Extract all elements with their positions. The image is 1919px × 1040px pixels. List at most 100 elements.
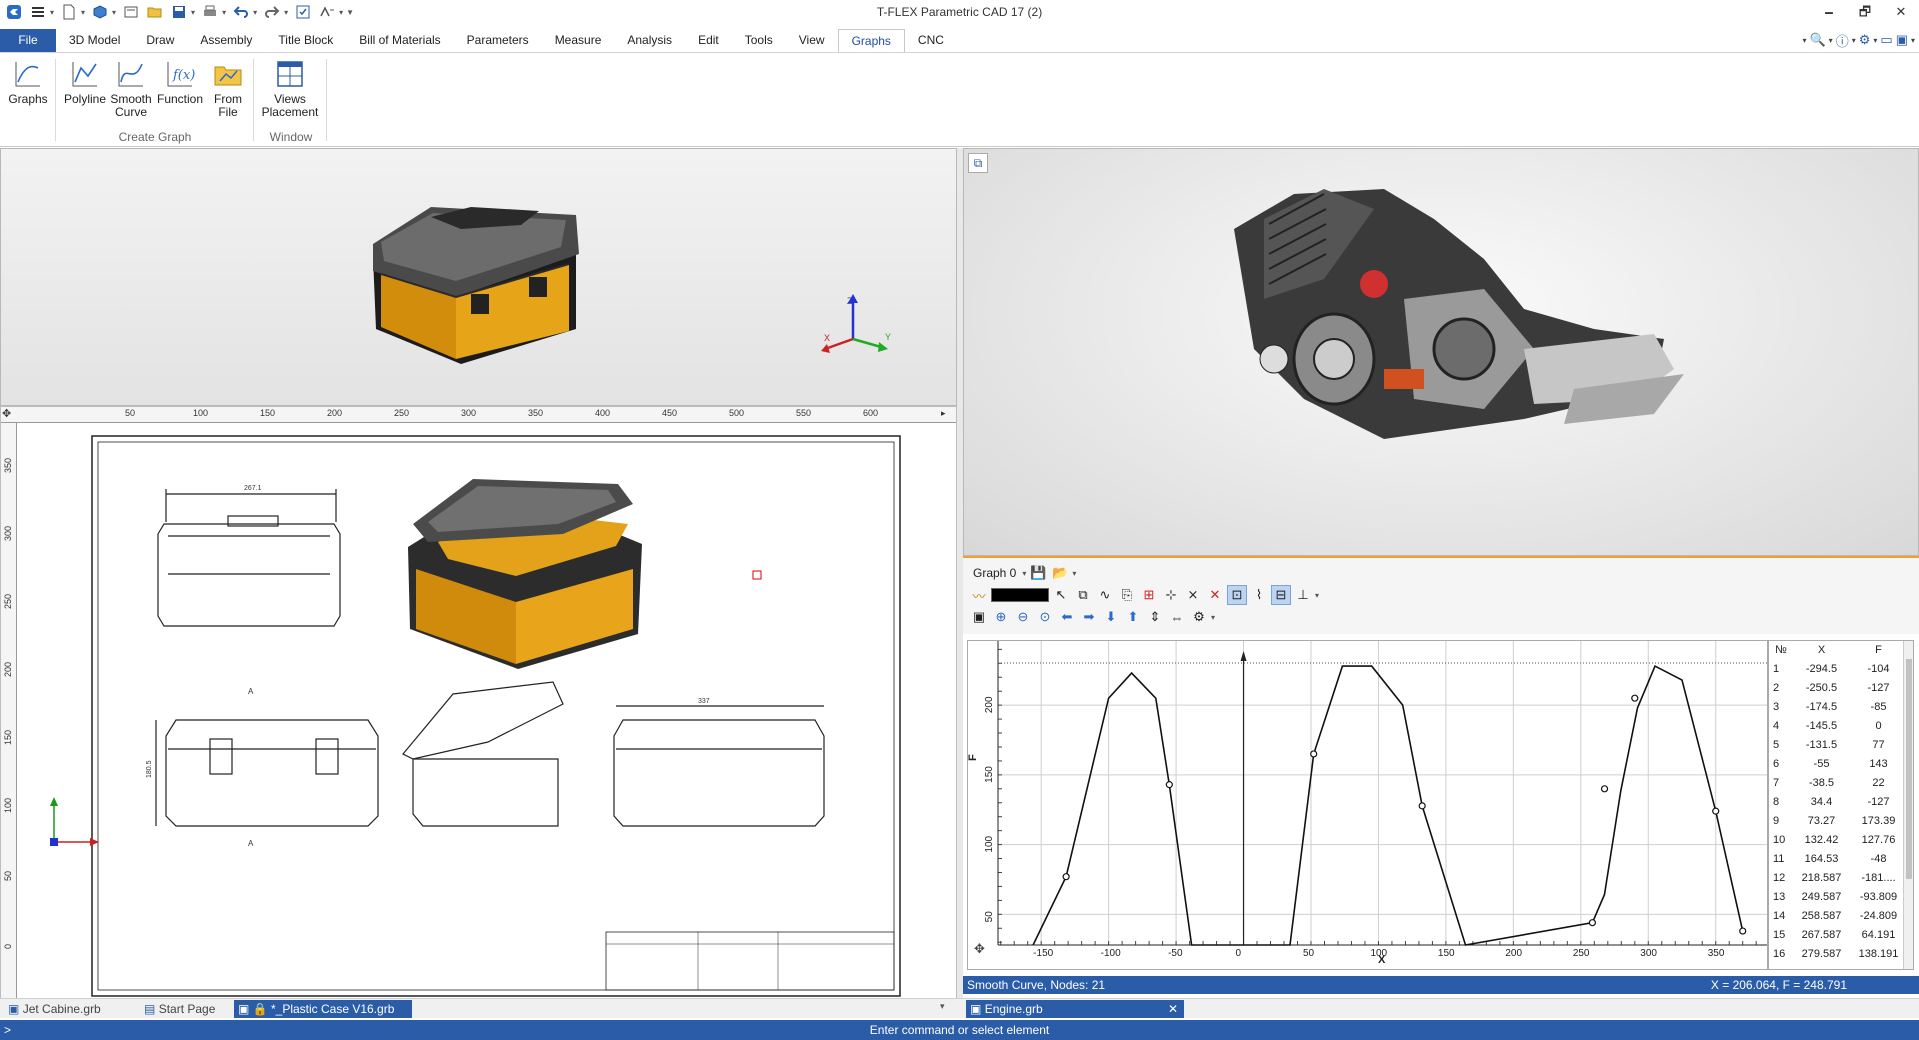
ribbon-options-icon[interactable]: ▾ <box>1802 36 1806 45</box>
select-arrow-icon[interactable]: ↖ <box>1051 585 1071 605</box>
curve-node[interactable] <box>1418 802 1426 810</box>
curve-node[interactable] <box>1165 781 1173 789</box>
tab-measure[interactable]: Measure <box>542 29 615 52</box>
drawing-icon[interactable] <box>121 2 141 22</box>
2d-drawing-view[interactable]: ✥ 50 100 150 200 250 300 350 400 450 500… <box>0 406 957 1003</box>
delete-icon[interactable]: ✕ <box>1205 585 1225 605</box>
tab-cnc[interactable]: CNC <box>905 29 957 52</box>
minimize-button[interactable]: 🗕 <box>1811 0 1847 24</box>
tab-graphs[interactable]: Graphs <box>837 29 905 52</box>
scale-y-icon[interactable]: ⇕ <box>1145 607 1165 627</box>
from-file-button[interactable]: From File <box>207 58 249 119</box>
gear-icon[interactable]: ⚙ <box>1859 32 1871 48</box>
curve-node[interactable] <box>1310 750 1318 758</box>
customize-quick-access-icon[interactable]: ▼ <box>346 8 354 17</box>
tab-file[interactable]: File <box>0 29 56 52</box>
views-placement-button[interactable]: Views Placement <box>260 58 320 119</box>
table-row[interactable]: 9 73.27 173.39 <box>1769 811 1907 830</box>
tab-assembly[interactable]: Assembly <box>187 29 265 52</box>
table-scrollbar[interactable] <box>1903 641 1913 969</box>
help-icon[interactable]: ⓘ <box>1836 31 1849 50</box>
curve-edit-icon[interactable]: ∿ <box>1095 585 1115 605</box>
save-icon[interactable] <box>169 2 189 22</box>
tabs-overflow-icon[interactable]: ▾ <box>940 1001 945 1012</box>
3d-view-plastic-case[interactable]: Z X Y <box>0 148 957 406</box>
window-layout-icon[interactable]: ▭ <box>1880 32 1892 48</box>
graphs-button[interactable]: Graphs <box>8 58 48 106</box>
table-row[interactable]: 16 279.587 138.191 <box>1769 944 1907 963</box>
table-row[interactable]: 14 258.587 -24.809 <box>1769 906 1907 925</box>
print-icon[interactable] <box>200 2 220 22</box>
parameters-icon[interactable] <box>317 2 337 22</box>
table-row[interactable]: 7 -38.5 22 <box>1769 773 1907 792</box>
graph-selector-dropdown-icon[interactable]: ▾ <box>1022 569 1026 578</box>
doc-tab-start-page[interactable]: ▤ Start Page <box>140 1000 226 1018</box>
tab-3d-model[interactable]: 3D Model <box>56 29 133 52</box>
tab-analysis[interactable]: Analysis <box>614 29 685 52</box>
table-row[interactable]: 1 -294.5 -104 <box>1769 659 1907 678</box>
table-row[interactable]: 13 249.587 -93.809 <box>1769 887 1907 906</box>
table-row[interactable]: 11 164.53 -48 <box>1769 849 1907 868</box>
new-document-icon[interactable] <box>59 2 79 22</box>
tab-parameters[interactable]: Parameters <box>454 29 542 52</box>
table-row[interactable]: 8 34.4 -127 <box>1769 792 1907 811</box>
close-tab-icon[interactable]: ✕ <box>1168 1000 1178 1018</box>
delete-node-icon[interactable]: ⨯ <box>1183 585 1203 605</box>
pan-down-icon[interactable]: ⬇ <box>1101 607 1121 627</box>
zoom-in-icon[interactable]: ⊕ <box>991 607 1011 627</box>
table-row[interactable]: 2 -250.5 -127 <box>1769 678 1907 697</box>
table-row[interactable]: 15 267.587 64.191 <box>1769 925 1907 944</box>
undo-icon[interactable] <box>231 2 251 22</box>
open-graph-icon[interactable]: 📂 <box>1050 563 1070 583</box>
restore-button[interactable]: 🗗 <box>1847 0 1883 24</box>
tab-edit[interactable]: Edit <box>685 29 732 52</box>
move-cross-icon[interactable]: ✥ <box>2 407 11 420</box>
new-3d-model-icon[interactable] <box>90 2 110 22</box>
color-picker[interactable] <box>991 588 1049 602</box>
tab-bill-of-materials[interactable]: Bill of Materials <box>346 29 453 52</box>
doc-tab-jet-cabine[interactable]: ▣ Jet Cabine.grb <box>4 1000 114 1018</box>
table-row[interactable]: 12 218.587 -181.... <box>1769 868 1907 887</box>
doc-tab-plastic-case[interactable]: ▣ 🔒 *_Plastic Case V16.grb × <box>234 1000 412 1033</box>
scroll-right-icon[interactable]: ▸ <box>941 408 946 419</box>
graph-selector[interactable]: Graph 0 <box>969 566 1020 580</box>
table-row[interactable]: 10 132.42 127.76 <box>1769 830 1907 849</box>
model-tree-icon[interactable]: ⧉ <box>968 153 988 173</box>
graph-plot-area[interactable]: -150 -100 -50 0 50 100 150 200 250 300 350 50 100 15… <box>967 640 1768 970</box>
smooth-icon[interactable]: ⌇ <box>1249 585 1269 605</box>
smooth-curve-button[interactable]: Smooth Curve <box>108 58 154 119</box>
curve-node[interactable] <box>1600 785 1609 793</box>
fit-view-icon[interactable]: ▣ <box>969 607 989 627</box>
insert-node-icon[interactable]: ⊹ <box>1161 585 1181 605</box>
add-node-icon[interactable]: ⊞ <box>1139 585 1159 605</box>
zoom-out-icon[interactable]: ⊖ <box>1013 607 1033 627</box>
table-row[interactable]: 4 -145.5 0 <box>1769 716 1907 735</box>
snap-nodes-icon[interactable]: ⊡ <box>1227 585 1247 605</box>
close-button[interactable]: ✕ <box>1883 0 1919 24</box>
rebuild-icon[interactable] <box>293 2 313 22</box>
tab-draw[interactable]: Draw <box>133 29 187 52</box>
pan-left-icon[interactable]: ⬅ <box>1057 607 1077 627</box>
graph-settings-icon[interactable]: ⚙ <box>1189 607 1209 627</box>
doc-tab-engine[interactable]: ▣ Engine.grb ✕ <box>966 1000 1184 1018</box>
table-row[interactable]: 3 -174.5 -85 <box>1769 697 1907 716</box>
tab-view[interactable]: View <box>786 29 838 52</box>
save-graph-icon[interactable]: 💾 <box>1028 563 1048 583</box>
zoom-window-icon[interactable]: ⊙ <box>1035 607 1055 627</box>
pan-cross-icon[interactable]: ✥ <box>974 941 985 956</box>
table-row[interactable]: 6 -55 143 <box>1769 754 1907 773</box>
polyline-button[interactable]: Polyline <box>62 58 108 106</box>
scale-x-icon[interactable]: ⇔ <box>1167 607 1187 627</box>
line-style-icon[interactable]: 〰 <box>969 585 989 605</box>
pan-right-icon[interactable]: ➡ <box>1079 607 1099 627</box>
curve-node[interactable] <box>1631 694 1639 702</box>
curve-node[interactable] <box>1739 927 1747 935</box>
app-menu-icon[interactable] <box>4 2 24 22</box>
3d-view-engine[interactable]: ⧉ <box>963 148 1919 556</box>
function-button[interactable]: f(x) Function <box>155 58 205 106</box>
tab-title-block[interactable]: Title Block <box>265 29 346 52</box>
curve-node[interactable] <box>1588 919 1597 927</box>
curve-node[interactable] <box>1062 873 1070 881</box>
open-folder-icon[interactable] <box>145 2 165 22</box>
table-row[interactable]: 5 -131.5 77 <box>1769 735 1907 754</box>
